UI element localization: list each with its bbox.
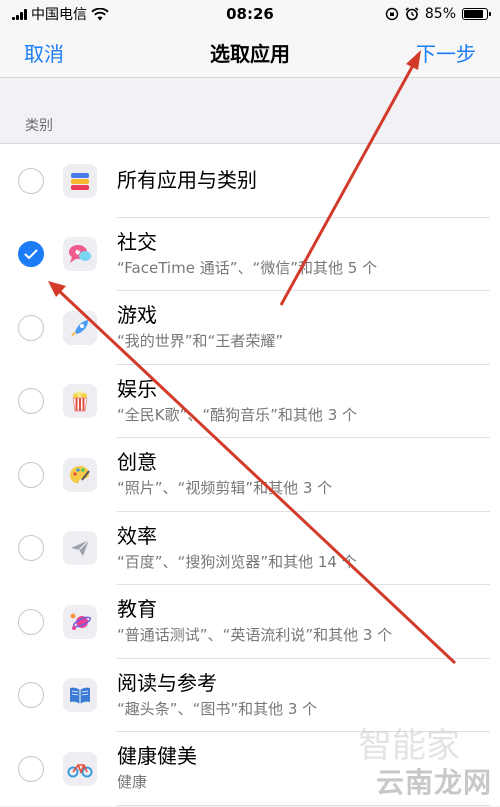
battery-percent: 85% — [424, 6, 456, 22]
category-row[interactable]: 社交 “FaceTime 通话”、“微信”和其他 5 个 — [0, 218, 500, 291]
category-subtitle: “趣头条”、“图书”和其他 3 个 — [117, 699, 318, 718]
category-title: 创意 — [117, 450, 157, 475]
orientation-lock-icon — [385, 7, 399, 21]
category-subtitle: “FaceTime 通话”、“微信”和其他 5 个 — [117, 258, 378, 277]
category-title: 效率 — [117, 523, 157, 548]
radio-unchecked[interactable] — [18, 608, 44, 635]
radio-unchecked[interactable] — [18, 535, 44, 562]
radio-unchecked[interactable] — [18, 167, 44, 194]
cancel-button[interactable]: 取消 — [24, 38, 64, 67]
category-row[interactable]: 效率 “百度”、“搜狗浏览器”和其他 14 个 — [0, 512, 500, 585]
status-bar: 中国电信 08:26 85% — [0, 0, 500, 28]
battery-fill — [464, 10, 483, 18]
wifi-icon — [91, 7, 109, 20]
category-title: 阅读与参考 — [117, 670, 217, 695]
category-text: 所有应用与类别 — [117, 144, 490, 218]
radio-checked[interactable] — [18, 241, 44, 268]
category-text: 效率 “百度”、“搜狗浏览器”和其他 14 个 — [117, 512, 490, 585]
battery-icon — [462, 8, 491, 20]
paper-plane-icon — [63, 531, 97, 566]
category-text: 社交 “FaceTime 通话”、“微信”和其他 5 个 — [117, 218, 490, 291]
bicycle-icon — [63, 751, 97, 786]
category-list: 所有应用与类别 社交 “FaceTime 通话”、“微信”和其他 5 个游戏 “我的世… — [0, 144, 500, 806]
category-row[interactable]: 创意 “照片”、“视频剪辑”和其他 3 个 — [0, 438, 500, 512]
nav-bar: 选取应用 取消 下一步 — [0, 28, 500, 78]
status-left: 中国电信 — [12, 4, 192, 24]
book-icon — [63, 678, 97, 713]
radio-unchecked[interactable] — [18, 314, 44, 341]
status-right: 85% — [308, 6, 491, 22]
category-text: 游戏 “我的世界”和“王者荣耀” — [117, 291, 490, 365]
category-row[interactable]: 所有应用与类别 — [0, 144, 500, 218]
planet-icon — [63, 604, 97, 639]
watermark: 云南龙网 — [375, 766, 492, 799]
category-text: 创意 “照片”、“视频剪辑”和其他 3 个 — [117, 438, 490, 512]
radio-unchecked[interactable] — [18, 388, 44, 415]
category-subtitle: “照片”、“视频剪辑”和其他 3 个 — [117, 479, 333, 498]
alarm-icon — [405, 7, 419, 21]
section-header: 类别 — [0, 78, 500, 144]
category-row[interactable]: 游戏 “我的世界”和“王者荣耀” — [0, 291, 500, 365]
status-time: 08:26 — [226, 5, 274, 23]
category-text: 教育 “普通话测试”、“英语流利说”和其他 3 个 — [117, 585, 490, 659]
radio-unchecked[interactable] — [18, 682, 44, 709]
popcorn-icon — [63, 384, 97, 419]
category-subtitle: “全民K歌”、“酷狗音乐”和其他 3 个 — [117, 405, 358, 424]
radio-unchecked[interactable] — [18, 461, 44, 488]
category-title: 社交 — [117, 229, 157, 254]
palette-icon — [63, 457, 97, 492]
watermark-faint: 智能家 — [358, 726, 460, 766]
category-row[interactable]: 教育 “普通话测试”、“英语流利说”和其他 3 个 — [0, 585, 500, 659]
stack-icon — [63, 163, 97, 198]
rocket-icon — [63, 310, 97, 345]
category-subtitle: “普通话测试”、“英语流利说”和其他 3 个 — [117, 626, 393, 645]
category-subtitle: “我的世界”和“王者荣耀” — [117, 332, 284, 351]
signal-icon — [12, 8, 27, 20]
category-text: 娱乐 “全民K歌”、“酷狗音乐”和其他 3 个 — [117, 365, 490, 438]
next-step-button[interactable]: 下一步 — [416, 38, 476, 67]
category-title: 娱乐 — [117, 376, 157, 401]
category-title: 所有应用与类别 — [117, 168, 257, 193]
chat-bubbles-icon — [63, 237, 97, 272]
category-title: 教育 — [117, 597, 157, 622]
category-title: 游戏 — [117, 303, 157, 328]
category-row[interactable]: 娱乐 “全民K歌”、“酷狗音乐”和其他 3 个 — [0, 365, 500, 438]
checkmark-icon — [24, 249, 38, 259]
category-subtitle: “百度”、“搜狗浏览器”和其他 14 个 — [117, 552, 357, 571]
carrier-label: 中国电信 — [31, 7, 87, 23]
radio-unchecked[interactable] — [18, 755, 44, 782]
